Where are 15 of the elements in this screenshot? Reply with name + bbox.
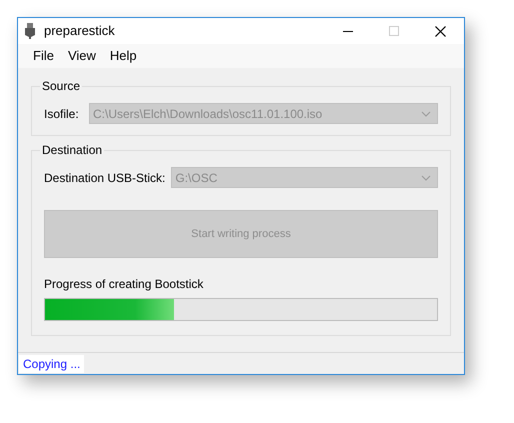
menu-item[interactable]: Help [104, 46, 143, 66]
status-text: Copying ... [19, 354, 84, 372]
close-icon[interactable] [435, 26, 446, 36]
window-title: preparestick [44, 22, 115, 40]
menu-item[interactable]: View [62, 46, 102, 66]
field-label: Destination USB-Stick: [44, 170, 166, 186]
usb-plug-icon [25, 23, 35, 39]
chevron-down-icon [421, 174, 431, 180]
group-title: Source [41, 78, 82, 95]
chevron-down-icon [421, 110, 431, 116]
menu-item[interactable]: File [27, 46, 60, 66]
field-label: Isofile: [44, 106, 80, 122]
progress-label: Progress of creating Bootstick [44, 276, 204, 293]
minimize-icon[interactable] [343, 30, 353, 32]
group-title: Destination [41, 142, 104, 159]
